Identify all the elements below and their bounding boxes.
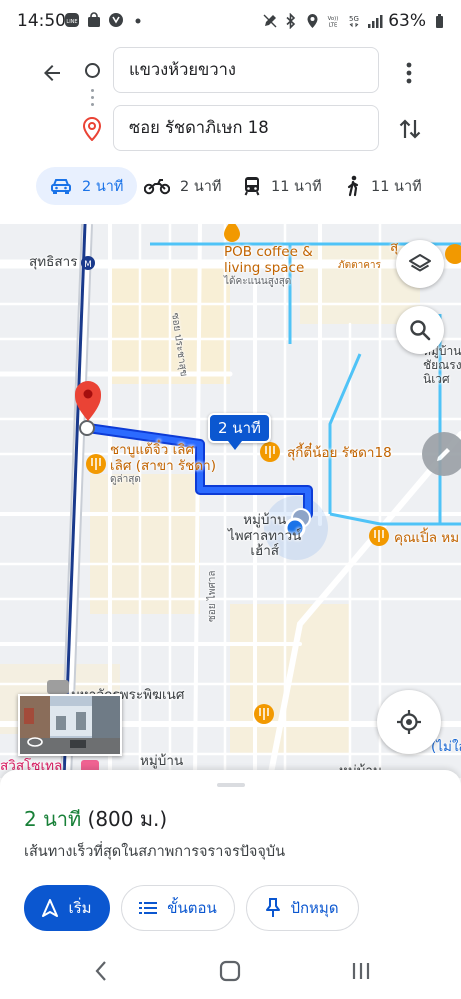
- mode-motorcycle[interactable]: 2 นาที: [130, 167, 235, 205]
- edit-handle-button[interactable]: [422, 432, 461, 476]
- swap-button[interactable]: [395, 114, 425, 144]
- more-options-button[interactable]: [397, 58, 421, 88]
- pushpin-icon: [266, 898, 281, 917]
- my-location-button[interactable]: [377, 690, 441, 754]
- map-view[interactable]: M สุทธิสาร POB coffee & living space ได้…: [0, 224, 461, 778]
- nav-home-button[interactable]: [215, 958, 245, 984]
- status-bar: 14:50 LINE Vo)) LTE 5G 63%: [0, 0, 461, 44]
- steps-label: ขั้นตอน: [167, 899, 217, 917]
- origin-input[interactable]: แขวงห้วยขวาง: [113, 47, 379, 93]
- map-label-top-right-2: สุ: [390, 239, 399, 255]
- map-label-soi-phaisan: ซอย ไพศาล: [207, 570, 218, 622]
- svg-text:LINE: LINE: [66, 19, 77, 25]
- shopping-bag-icon: [86, 12, 102, 28]
- map-label-bottom-right: (ไม่ใส่: [431, 739, 461, 755]
- signal-icon: [367, 13, 383, 29]
- bluetooth-icon: [283, 13, 299, 29]
- wallet-app-icon: [108, 12, 124, 28]
- home-square-icon: [219, 960, 241, 982]
- transit-icon: [244, 177, 260, 196]
- start-label: เริ่ม: [68, 899, 92, 917]
- volte-icon: Vo)) LTE: [325, 13, 341, 29]
- line-app-icon: LINE: [64, 12, 80, 28]
- start-button[interactable]: เริ่ม: [24, 885, 110, 931]
- route-bottom-sheet[interactable]: 2 นาที (800 ม.) เส้นทางเร็วที่สุดในสภาพก…: [0, 770, 461, 960]
- map-label-top-right: ภัตตาคาร: [338, 260, 381, 271]
- layers-icon: [409, 254, 431, 272]
- mode-transit-label: 11 นาที: [271, 178, 322, 195]
- eta-summary: 2 นาที (800 ม.): [24, 803, 167, 835]
- list-icon: [139, 902, 158, 914]
- nav-recents-button[interactable]: [346, 958, 376, 984]
- walk-icon: [347, 175, 359, 197]
- eta-time: 2 นาที: [24, 807, 82, 831]
- street-view-rotate-icon: [27, 737, 43, 747]
- map-label-village-mid: หมู่บ้าน ไพศาลทาวน์ เฮ้าส์: [228, 512, 302, 560]
- map-label-station: สุทธิสาร: [29, 254, 78, 270]
- map-label-poi-pob: POB coffee & living space ได้คะแนนสูงสุด: [224, 244, 313, 288]
- battery-icon: [431, 13, 447, 29]
- mode-transit[interactable]: 11 นาที: [229, 167, 336, 205]
- svg-text:M: M: [84, 260, 92, 270]
- motorcycle-icon: [144, 179, 170, 195]
- location-icon: [304, 13, 320, 29]
- map-label-poi-people: คุณเปิ้ล หม: [394, 530, 460, 546]
- map-search-button[interactable]: [396, 306, 444, 354]
- mode-driving[interactable]: 2 นาที: [36, 167, 138, 205]
- search-icon: [410, 320, 431, 341]
- system-nav-bar: [0, 944, 461, 999]
- mode-driving-label: 2 นาที: [82, 178, 124, 195]
- car-icon: [51, 179, 71, 194]
- pin-button[interactable]: ปักหมุด: [246, 885, 359, 931]
- my-location-icon: [397, 710, 421, 734]
- nav-back-button[interactable]: [86, 958, 116, 984]
- travel-modes: 2 นาที 2 นาที 11 นาที 11 นาที: [0, 164, 461, 208]
- notification-dot-icon: [130, 12, 146, 28]
- swap-vert-icon: [399, 119, 421, 139]
- more-vert-icon: [406, 62, 412, 84]
- chevron-left-icon: [95, 961, 106, 981]
- map-label-village-bottom: หมู่บ้าน: [140, 753, 184, 769]
- street-view-thumbnail[interactable]: [18, 694, 122, 756]
- navigation-arrow-icon: [42, 899, 59, 917]
- pin-label: ปักหมุด: [290, 899, 339, 917]
- route-description: เส้นทางเร็วที่สุดในสภาพการจราจรปัจจุบัน: [24, 844, 286, 860]
- mode-walking-label: 11 นาที: [371, 178, 422, 195]
- recents-icon: [352, 963, 370, 979]
- directions-header: แขวงห้วยขวาง ซอย รัชดาภิเษก 18 2 นาที 2 …: [0, 44, 461, 224]
- layers-button[interactable]: [396, 240, 444, 288]
- mode-motorcycle-label: 2 นาที: [180, 178, 222, 195]
- route-dots-icon: [91, 89, 94, 111]
- svg-text:Vo)): Vo)): [328, 16, 339, 22]
- back-button[interactable]: [36, 57, 68, 89]
- origin-circle-icon: [85, 63, 100, 78]
- steps-button[interactable]: ขั้นตอน: [121, 885, 235, 931]
- pen-icon: [262, 13, 278, 29]
- battery-percent: 63%: [388, 11, 426, 31]
- sheet-drag-handle[interactable]: [217, 783, 245, 787]
- route-actions: เริ่ม ขั้นตอน ปักหมุด: [24, 885, 359, 931]
- status-time: 14:50: [17, 11, 66, 31]
- svg-text:5G: 5G: [349, 15, 359, 23]
- pencil-icon: [437, 448, 450, 461]
- eta-distance: (800 ม.): [87, 807, 168, 831]
- map-label-poi-shabu: ชาบูแต้จิ๋ว เลิศ เลิศ (สาขา รัชดา) ดูล่า…: [110, 442, 216, 486]
- arrow-back-icon: [44, 65, 60, 81]
- route-time-chip[interactable]: 2 นาที: [208, 413, 271, 450]
- destination-input[interactable]: ซอย รัชดาภิเษก 18: [113, 105, 379, 151]
- svg-text:LTE: LTE: [329, 22, 338, 28]
- map-label-poi-suki: สุกี้ตี๋น้อย รัชดา18: [287, 445, 392, 461]
- destination-pin-icon: [82, 116, 102, 142]
- 5g-icon: 5G: [346, 13, 362, 29]
- mode-walking[interactable]: 11 นาที: [331, 167, 436, 205]
